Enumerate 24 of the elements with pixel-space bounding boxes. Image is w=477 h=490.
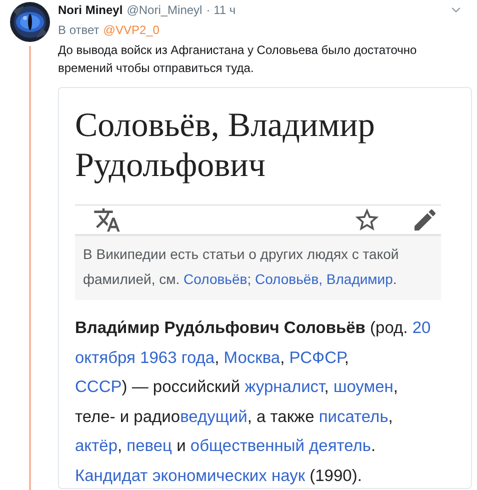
article-title: Соловьёв, Владимир Рудольфович [75, 102, 441, 206]
tweet-text: До вывода войск из Афганистана у Соловьева было достаточно времений чтобы отправиться туда. [58, 42, 418, 77]
article-link[interactable]: РСФСР [289, 348, 344, 366]
author-handle: @Nori_Mineyl [126, 3, 202, 17]
article-link[interactable]: СССР [75, 378, 122, 396]
hatnote: В Википедии есть статьи о других людях с такой фамилией, см. Соловьёв; Соловьёв, Владимир. [75, 236, 441, 300]
tweet-time: · 11 ч [206, 3, 236, 17]
article-link[interactable]: журналист [244, 378, 324, 396]
article-link[interactable]: ведущий [180, 408, 248, 426]
author-name[interactable]: Nori Mineyl [58, 3, 123, 17]
article-link[interactable]: Кандидат экономических наук [75, 466, 306, 484]
article-link[interactable]: актёр [75, 437, 118, 455]
article-link[interactable]: 20 [412, 319, 431, 337]
article-link[interactable]: певец [126, 437, 172, 455]
reply-label: В ответ [58, 23, 100, 37]
article-link[interactable]: октября 1963 года [75, 348, 215, 366]
lead-paragraph: Влади́мир Рудо́льфович Соловьёв (род. 20 октября 1963 года, Москва, РСФСР, СССР) — российский журналист, шоумен, теле- и радиоведущий, а также писатель, актёр, певец и общественный деятель. Кандидат экономических наук (1990). [75, 318, 432, 486]
translate-icon[interactable] [93, 206, 121, 234]
article-link[interactable]: Соловьёв, Владимир [254, 271, 393, 287]
article-link[interactable]: Москва [224, 348, 280, 366]
article-link[interactable]: шоумен [333, 378, 394, 396]
article-link[interactable]: общественный деятель [190, 437, 371, 455]
article-link[interactable]: Соловьёв [184, 271, 248, 287]
article-link[interactable]: писатель [318, 408, 388, 426]
